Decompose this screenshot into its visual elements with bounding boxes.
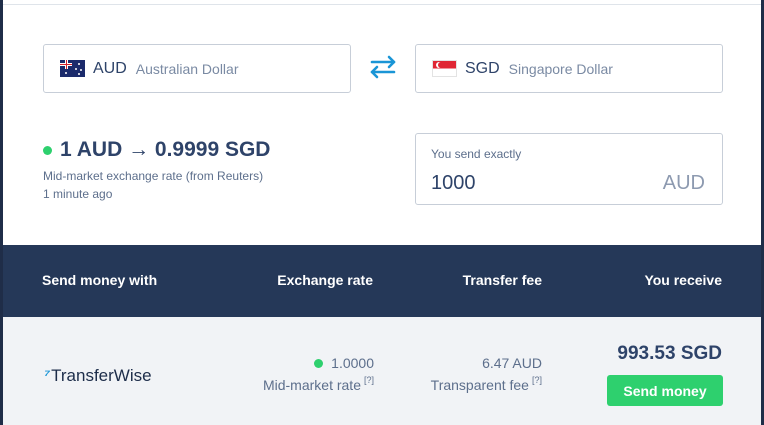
- row-receive-amount: 993.53 SGD: [617, 343, 722, 364]
- transferwise-logo: ⁷ TransferWise: [44, 366, 152, 386]
- live-status-dot-icon: [43, 145, 52, 155]
- fee-caption-text: Transparent fee: [430, 377, 529, 393]
- table-row: ⁷ TransferWise 1.0000 Mid-market rate [?]…: [3, 317, 761, 425]
- provider-name: TransferWise: [51, 366, 152, 385]
- exchange-rate-text: 1 AUD → 0.9999 SGD: [60, 138, 271, 161]
- from-currency-code: AUD: [93, 59, 127, 77]
- rate-updated-text: 1 minute ago: [43, 187, 113, 201]
- send-amount-value[interactable]: 1000: [431, 172, 476, 195]
- rate-caption-text: Mid-market rate: [262, 377, 361, 393]
- row-exchange-rate: 1.0000: [314, 355, 374, 371]
- send-amount-label: You send exactly: [431, 147, 522, 161]
- send-amount-currency: AUD: [662, 172, 705, 194]
- fee-help-link[interactable]: [?]: [532, 375, 542, 385]
- row-rate-value: 1.0000: [331, 355, 374, 371]
- rate-source-text: Mid-market exchange rate (from Reuters): [43, 169, 264, 183]
- header-transfer-fee: Transfer fee: [462, 272, 542, 288]
- transferwise-flag-icon: ⁷: [44, 367, 51, 384]
- to-currency-select[interactable]: SGD Singapore Dollar: [415, 44, 723, 93]
- comparison-table-header: Send money with Exchange rate Transfer f…: [3, 245, 761, 317]
- row-rate-caption: Mid-market rate [?]: [262, 375, 374, 393]
- swap-currencies-button[interactable]: [366, 54, 400, 80]
- row-fee-caption: Transparent fee [?]: [430, 375, 542, 393]
- send-amount-field[interactable]: You send exactly 1000 AUD: [415, 133, 723, 205]
- top-divider: [3, 4, 761, 5]
- to-currency-name: Singapore Dollar: [508, 60, 613, 77]
- header-send-money-with: Send money with: [42, 272, 158, 288]
- from-currency-select[interactable]: AUD Australian Dollar: [43, 44, 351, 93]
- live-rate-dot-icon: [314, 358, 324, 368]
- to-currency-code: SGD: [465, 59, 500, 77]
- header-you-receive: You receive: [644, 272, 722, 288]
- from-currency-name: Australian Dollar: [135, 60, 239, 77]
- australia-flag-icon: [60, 60, 85, 77]
- send-money-button[interactable]: Send money: [607, 375, 723, 406]
- row-fee-value: 6.47 AUD: [482, 355, 542, 371]
- swap-arrows-icon: [370, 55, 396, 79]
- singapore-flag-icon: [432, 60, 457, 77]
- rate-help-link[interactable]: [?]: [364, 375, 374, 385]
- header-exchange-rate: Exchange rate: [277, 272, 373, 288]
- exchange-rate-summary: 1 AUD → 0.9999 SGD: [43, 138, 270, 162]
